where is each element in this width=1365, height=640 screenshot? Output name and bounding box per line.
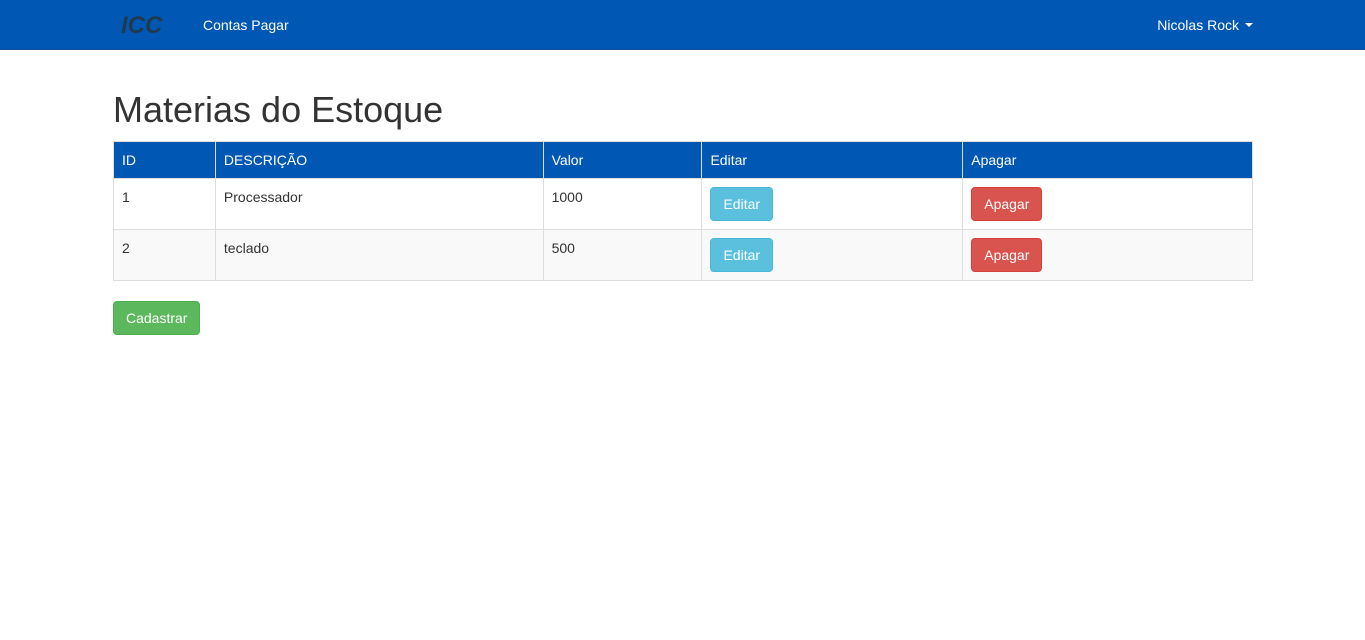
table-header-row: ID DESCRIÇÃO Valor Editar Apagar [113, 141, 1253, 179]
edit-button[interactable]: Editar [710, 187, 774, 221]
cell-apagar: Apagar [962, 229, 1253, 281]
caret-down-icon [1245, 23, 1253, 27]
header-id: ID [113, 141, 216, 179]
header-apagar: Apagar [962, 141, 1253, 179]
edit-button[interactable]: Editar [710, 238, 774, 272]
cell-apagar: Apagar [962, 178, 1253, 230]
cadastrar-button[interactable]: Cadastrar [113, 301, 201, 335]
stock-table: ID DESCRIÇÃO Valor Editar Apagar 1 Proce… [113, 141, 1253, 281]
brand-logo[interactable]: ICC [121, 12, 167, 38]
user-name: Nicolas Rock [1157, 17, 1239, 33]
page-title: Materias do Estoque [113, 89, 444, 130]
cell-editar: Editar [701, 178, 964, 230]
header-descricao: DESCRIÇÃO [214, 141, 544, 179]
nav-link-contas-pagar[interactable]: Contas Pagar [203, 16, 289, 34]
table-row: 2 teclado 500 Editar Apagar [113, 229, 1253, 281]
cell-descricao: Processador [214, 178, 544, 230]
table-row: 1 Processador 1000 Editar Apagar [113, 178, 1253, 230]
cell-valor: 500 [542, 229, 703, 281]
delete-button[interactable]: Apagar [971, 238, 1043, 272]
svg-text:ICC: ICC [121, 12, 163, 38]
cell-id: 2 [113, 229, 216, 281]
top-navbar: ICC Contas Pagar Nicolas Rock [0, 0, 1365, 50]
delete-button[interactable]: Apagar [971, 187, 1043, 221]
user-menu-dropdown[interactable]: Nicolas Rock [1157, 16, 1253, 34]
cell-editar: Editar [701, 229, 964, 281]
cell-valor: 1000 [542, 178, 703, 230]
cell-id: 1 [113, 178, 216, 230]
header-editar: Editar [701, 141, 964, 179]
cell-descricao: teclado [214, 229, 544, 281]
header-valor: Valor [542, 141, 703, 179]
